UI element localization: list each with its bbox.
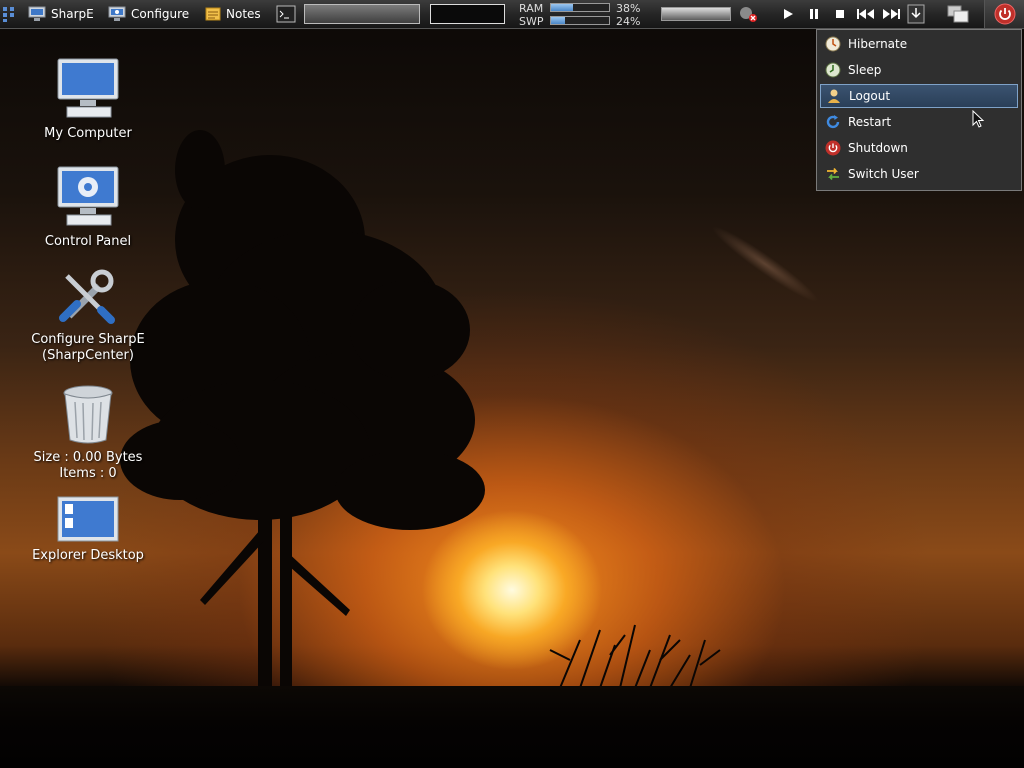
desktop-icon-control-panel[interactable]: Control Panel: [13, 164, 163, 250]
sharpe-button-label: SharpE: [51, 7, 94, 21]
desktop-icon-recycle-bin[interactable]: Size : 0.00 Bytes Items : 0: [13, 384, 163, 482]
desktop-icon-label: My Computer: [44, 126, 132, 141]
desktop-icon-my-computer[interactable]: My Computer: [13, 56, 163, 142]
stop-icon[interactable]: [832, 6, 848, 22]
mouse-pointer-icon: [972, 110, 985, 128]
menu-item-hibernate[interactable]: Hibernate: [820, 32, 1018, 56]
clock-box: [430, 4, 505, 24]
computer-icon: [28, 6, 46, 21]
menu-item-label: Hibernate: [848, 37, 908, 51]
menu-item-sleep[interactable]: Sleep: [820, 58, 1018, 82]
notes-button[interactable]: Notes: [205, 4, 261, 24]
menu-item-switch-user[interactable]: Switch User: [820, 162, 1018, 186]
power-button[interactable]: [984, 0, 1024, 28]
restart-icon: [826, 115, 840, 129]
ram-meter: [550, 3, 610, 12]
hibernate-icon: [825, 36, 841, 52]
sharpe-button[interactable]: SharpE: [28, 4, 94, 24]
wallpaper-bush: [549, 624, 721, 689]
top-panel: SharpE Configure Notes RAM 38% SWP 24%: [0, 0, 1024, 29]
desktop-icon-label: Control Panel: [44, 234, 132, 249]
menu-item-label: Shutdown: [848, 141, 908, 155]
ram-value: 38%: [616, 2, 641, 15]
menu-item-label: Sleep: [848, 63, 882, 77]
menu-item-label: Switch User: [848, 167, 919, 181]
explorer-desktop-icon: [57, 496, 119, 542]
muted-speaker-icon[interactable]: [738, 5, 758, 23]
desktop-icon-configure-sharpe[interactable]: Configure SharpE (SharpCenter): [13, 266, 163, 364]
shutdown-icon: [825, 140, 841, 156]
sleep-icon: [825, 62, 841, 78]
menu-item-shutdown[interactable]: Shutdown: [820, 136, 1018, 160]
play-icon[interactable]: [780, 6, 796, 22]
next-icon[interactable]: [881, 6, 901, 22]
desktop-icon-label: Configure SharpE (SharpCenter): [31, 332, 145, 363]
logout-icon: [828, 89, 840, 103]
control-panel-icon: [57, 166, 119, 226]
terminal-button[interactable]: [276, 4, 296, 24]
switch-user-icon: [827, 167, 839, 181]
menu-item-label: Restart: [848, 115, 892, 129]
menu-item-label: Logout: [849, 89, 891, 103]
previous-icon[interactable]: [856, 6, 876, 22]
menu-item-logout[interactable]: Logout: [820, 84, 1018, 108]
swp-label: SWP: [519, 15, 544, 28]
recycle-bin-icon: [63, 385, 113, 444]
terminal-icon: [276, 5, 296, 23]
wallpaper-tree-silhouette: [120, 130, 485, 695]
swp-meter: [550, 16, 610, 25]
notes-button-label: Notes: [226, 7, 261, 21]
notes-icon: [205, 7, 221, 21]
pause-icon[interactable]: [806, 6, 822, 22]
command-input[interactable]: [304, 4, 420, 24]
show-windows-icon[interactable]: [947, 5, 969, 23]
swp-value: 24%: [616, 15, 641, 28]
monitor-gear-icon: [108, 6, 126, 21]
start-menu-icon[interactable]: [2, 4, 16, 24]
computer-icon: [57, 58, 119, 118]
configure-button-label: Configure: [131, 7, 190, 21]
ram-label: RAM: [519, 2, 544, 15]
power-icon: [994, 3, 1016, 25]
configure-button[interactable]: Configure: [108, 4, 189, 24]
wallpaper-ground: [0, 686, 1024, 768]
desktop-icon-explorer-desktop[interactable]: Explorer Desktop: [13, 496, 163, 564]
tools-icon: [59, 269, 115, 324]
volume-bar[interactable]: [661, 7, 731, 21]
power-menu: Hibernate Sleep Logout Restart Shutdown …: [816, 29, 1022, 191]
menu-item-restart[interactable]: Restart: [820, 110, 1018, 134]
desktop-icon-label: Explorer Desktop: [32, 548, 144, 563]
recycle-bin-status: Size : 0.00 Bytes Items : 0: [33, 450, 143, 481]
download-tray-icon[interactable]: [907, 4, 925, 24]
